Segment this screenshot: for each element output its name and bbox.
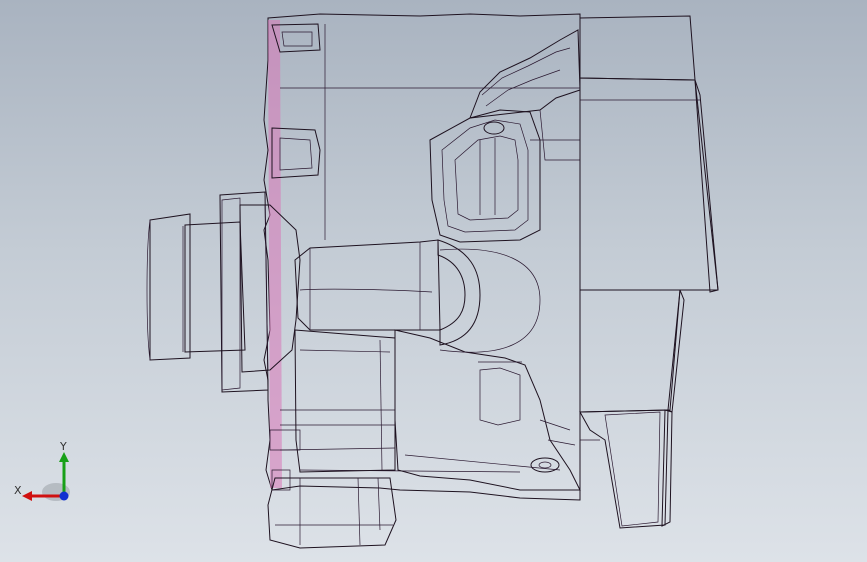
shaft-cylinder (146, 213, 246, 361)
housing-body (263, 13, 581, 501)
z-axis-dot (59, 491, 69, 501)
y-axis-arrow (59, 452, 69, 462)
cad-model-view[interactable] (0, 0, 867, 562)
bottom-tab (267, 477, 397, 549)
mounting-flange (219, 191, 269, 393)
upper-rib-frame (429, 29, 581, 243)
x-axis-label: X (14, 484, 22, 497)
y-axis-label: Y (59, 440, 67, 453)
x-axis-arrow (22, 491, 32, 501)
right-block (579, 15, 719, 529)
3d-viewport[interactable]: Y X (0, 0, 867, 562)
lower-rib-frame (394, 329, 581, 491)
lower-left-block (294, 329, 396, 473)
axis-triad: Y X (14, 440, 70, 501)
